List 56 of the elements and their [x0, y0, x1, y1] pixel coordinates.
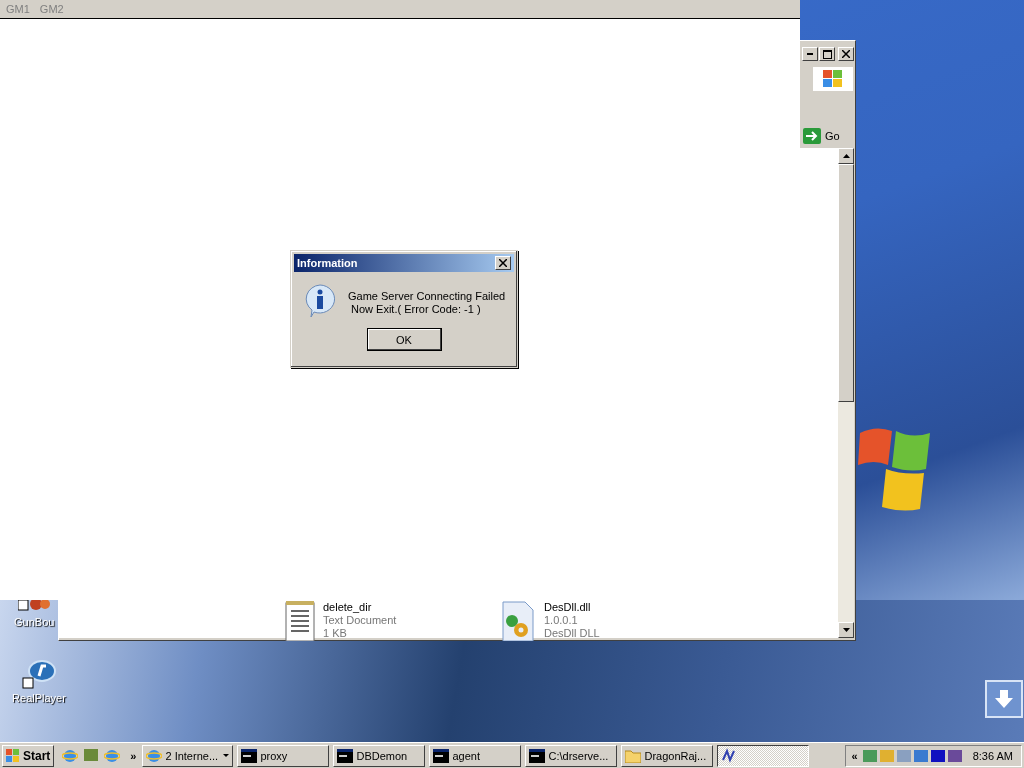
- console-icon: [433, 748, 450, 763]
- tray-icon: [896, 748, 911, 763]
- scroll-down-button[interactable]: [985, 680, 1023, 718]
- more-button[interactable]: »: [128, 749, 139, 762]
- globe-icon: [146, 747, 163, 764]
- up-arrow-icon: [842, 154, 850, 158]
- file-name[interactable]: delete_dir: [323, 601, 397, 614]
- console-icon: [337, 748, 354, 763]
- dialog-message: Now Exit.( Error Code: -1 ): [350, 303, 482, 316]
- ok-button[interactable]: OK: [366, 328, 442, 351]
- taskbar-button[interactable]: 2 Interne...: [142, 744, 234, 767]
- info-icon: [304, 284, 336, 318]
- tray-icon: [930, 748, 945, 763]
- taskbar-button[interactable]: [717, 744, 810, 767]
- file-detail: Text Document: [323, 614, 397, 627]
- tray-icon: [947, 748, 962, 763]
- scroll-bar[interactable]: [838, 148, 854, 638]
- console-icon: [241, 748, 258, 763]
- tray-icon: [913, 748, 928, 763]
- console-icon: [529, 748, 546, 763]
- clock: 8:36 AM: [972, 749, 1013, 762]
- dialog-message: Game Server Connecting Failed: [348, 290, 506, 303]
- close-button[interactable]: [495, 256, 511, 270]
- maximize-button[interactable]: [819, 47, 835, 61]
- close-button[interactable]: [838, 47, 854, 61]
- go-button[interactable]: Go: [801, 126, 842, 146]
- gear-file-icon: [500, 601, 536, 641]
- down-arrow-icon: [994, 690, 1014, 708]
- dropdown-icon: [223, 754, 230, 757]
- dialog-title: Information: [297, 257, 358, 269]
- close-icon: [499, 259, 507, 267]
- close-icon: [842, 50, 850, 58]
- window-flag-icon: [6, 748, 20, 763]
- file-detail: 1.0.0.1: [544, 614, 579, 627]
- tray-icon: [862, 748, 877, 763]
- taskbar-button[interactable]: proxy: [237, 744, 330, 767]
- app-icon: [721, 747, 738, 764]
- arrow-icon: [803, 128, 821, 144]
- taskbar-button[interactable]: DBDemon: [333, 744, 426, 767]
- taskbar-button[interactable]: DragonRaj...: [621, 744, 714, 767]
- file-detail: 1 KB: [323, 627, 348, 640]
- minimize-button[interactable]: [802, 47, 818, 61]
- tray-icon: [879, 748, 894, 763]
- minimize-icon: [807, 53, 813, 55]
- folder-icon: [625, 748, 642, 763]
- browser-icon: [62, 747, 79, 764]
- taskbar-button[interactable]: C:\drserve...: [525, 744, 618, 767]
- down-arrow-icon: [842, 628, 850, 632]
- start-button[interactable]: Start: [2, 744, 55, 767]
- expand-tray-button[interactable]: «: [849, 749, 860, 762]
- file-detail: DesDll DLL: [544, 627, 600, 640]
- taskbar-button[interactable]: agent: [429, 744, 522, 767]
- file-name[interactable]: DesDll.dll: [544, 601, 600, 614]
- window-flag-icon: [823, 70, 843, 88]
- player-shortcut-icon: [22, 660, 56, 690]
- maximize-icon: [822, 49, 832, 59]
